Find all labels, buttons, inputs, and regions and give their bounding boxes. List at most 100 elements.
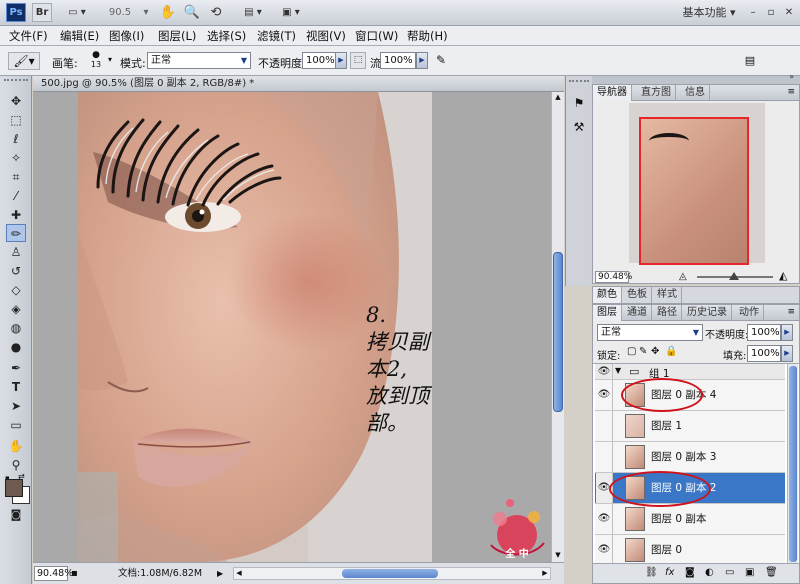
hand-tool-icon[interactable]: ✋ [6, 437, 26, 455]
menu-filter[interactable]: 滤镜(T) [254, 28, 299, 44]
lasso-tool-icon[interactable]: ℓ [6, 130, 26, 148]
history-brush-tool-icon[interactable]: ↺ [6, 262, 26, 280]
horizontal-scroll-thumb[interactable] [342, 569, 438, 578]
canvas-image[interactable]: 8. 拷贝副本2, 放到顶部。 [78, 92, 432, 562]
layer-visibility-eye-icon[interactable]: 👁 [596, 504, 613, 534]
rotate-view-icon[interactable]: ⟲ [206, 3, 226, 22]
zoom-menu-icon[interactable]: ▪ [71, 567, 78, 580]
bridge-button[interactable]: Br [32, 3, 52, 22]
move-tool-icon[interactable]: ✥ [6, 92, 26, 110]
tab-paths[interactable]: 路径 [653, 305, 682, 321]
tab-styles[interactable]: 样式 [653, 287, 682, 303]
workspace-switcher[interactable]: 基本功能 ▾ [678, 3, 740, 22]
status-menu-arrow-icon[interactable]: ▶ [217, 567, 223, 580]
menu-layer[interactable]: 图层(L) [155, 28, 199, 44]
vertical-scrollbar[interactable]: ▲ ▼ [551, 92, 564, 562]
tool-preset-picker[interactable]: 🖌▾ [8, 52, 40, 70]
view-box[interactable] [639, 117, 749, 265]
scroll-left-arrow-icon[interactable]: ◀ [234, 568, 244, 579]
layer-visibility-eye-icon[interactable]: 👁 [596, 535, 613, 565]
layers-scroll-thumb[interactable] [789, 366, 797, 562]
menu-select[interactable]: 选择(S) [204, 28, 249, 44]
quick-mask-icon[interactable]: ◙ [6, 506, 26, 524]
screen-mode-icon[interactable]: ▣ ▾ [276, 3, 306, 22]
view-extras-icon[interactable]: ▭ ▾ [60, 3, 94, 22]
layer-row-copy[interactable]: 👁 图层 0 副本 [595, 504, 785, 535]
foreground-color-swatch[interactable] [5, 479, 23, 497]
layer-opacity-field[interactable]: 100% [747, 324, 781, 341]
pressure-opacity-icon[interactable]: ⬚ [350, 52, 366, 69]
blend-mode-select[interactable]: 正常 ▼ [597, 324, 703, 341]
group-row[interactable]: 👁 ▼ ▭ 组 1 [595, 364, 785, 380]
marquee-tool-icon[interactable]: ⬚ [6, 111, 26, 129]
blur-tool-icon[interactable]: ◍ [6, 319, 26, 337]
brush-tool-icon[interactable]: ✏ [6, 224, 26, 242]
menu-image[interactable]: 图像(I) [106, 28, 147, 44]
new-group-icon[interactable]: ▭ [725, 567, 734, 578]
healing-brush-tool-icon[interactable]: ✚ [6, 206, 26, 224]
type-tool-icon[interactable]: T [6, 378, 26, 396]
brush-panel-toggle-icon[interactable]: ▤ [742, 52, 758, 69]
scroll-down-arrow-icon[interactable]: ▼ [553, 550, 563, 560]
history-panel-icon[interactable]: ⚑ [570, 94, 588, 112]
maximize-button[interactable]: ▫ [764, 3, 778, 22]
layer-visibility-empty[interactable] [596, 411, 613, 441]
shape-tool-icon[interactable]: ▭ [6, 416, 26, 434]
tab-navigator[interactable]: 导航器 [593, 85, 632, 101]
opacity-field[interactable]: 100% [302, 52, 336, 69]
zoom-level-field[interactable]: 90.5 [100, 3, 140, 22]
brush-dropdown-icon[interactable]: ▾ [108, 55, 112, 64]
magic-wand-tool-icon[interactable]: ✧ [6, 149, 26, 167]
zoom-tool-icon[interactable]: 🔍 [182, 3, 202, 22]
adjustment-layer-icon[interactable]: ◐ [705, 567, 714, 578]
mode-select[interactable]: 正常 ▼ [147, 52, 251, 69]
document-tab[interactable]: 500.jpg @ 90.5% (图层 0 副本 2, RGB/8#) * [33, 76, 564, 92]
tab-actions[interactable]: 动作 [735, 305, 764, 321]
minimize-button[interactable]: – [746, 3, 760, 22]
paint-bucket-tool-icon[interactable]: ◈ [6, 300, 26, 318]
layers-scrollbar[interactable] [787, 364, 798, 564]
clone-source-panel-icon[interactable]: ⚒ [570, 118, 588, 136]
zoom-dropdown-icon[interactable]: ▾ [140, 3, 152, 22]
toolbox-grip[interactable] [4, 79, 28, 85]
lock-image-icon[interactable]: ✎ [639, 346, 647, 357]
hand-tool-icon[interactable]: ✋ [158, 3, 178, 22]
navigator-menu-icon[interactable]: ≡ [787, 87, 795, 97]
tab-history[interactable]: 历史记录 [683, 305, 732, 321]
tab-info[interactable]: 信息 [681, 85, 710, 101]
flow-field[interactable]: 100% [380, 52, 416, 69]
vertical-scroll-thumb[interactable] [553, 252, 563, 412]
pen-tool-icon[interactable]: ✒ [6, 359, 26, 377]
brush-picker[interactable]: ● 13 [84, 50, 108, 72]
scroll-up-arrow-icon[interactable]: ▲ [553, 92, 563, 102]
menu-file[interactable]: 文件(F) [6, 28, 51, 44]
crop-tool-icon[interactable]: ⌗ [6, 168, 26, 186]
path-selection-tool-icon[interactable]: ➤ [6, 397, 26, 415]
navigator-slider-thumb[interactable] [729, 272, 739, 280]
collapse-panels-icon[interactable]: » [789, 72, 794, 81]
layer-row-layer-1[interactable]: 图层 1 [595, 411, 785, 442]
layer-mask-icon[interactable]: ◙ [685, 567, 695, 578]
zoom-in-icon[interactable]: ◭ [779, 270, 787, 282]
zoom-field[interactable]: 90.48% [34, 566, 73, 581]
fill-field[interactable]: 100% [747, 345, 781, 362]
tab-color[interactable]: 颜色 [593, 287, 622, 303]
link-layers-icon[interactable]: ⛓ [645, 567, 658, 578]
delete-layer-icon[interactable]: 🗑 [765, 567, 778, 578]
fill-slider-button[interactable]: ▶ [781, 345, 793, 362]
opacity-slider-button[interactable]: ▶ [335, 52, 347, 69]
layer-row-copy-3[interactable]: 图层 0 副本 3 [595, 442, 785, 473]
tab-channels[interactable]: 通道 [623, 305, 652, 321]
navigator-thumbnail[interactable] [629, 103, 765, 265]
tab-histogram[interactable]: 直方图 [637, 85, 676, 101]
menu-edit[interactable]: 编辑(E) [57, 28, 102, 44]
scroll-right-arrow-icon[interactable]: ▶ [540, 568, 550, 579]
lock-position-icon[interactable]: ✥ [651, 346, 659, 357]
layer-visibility-empty[interactable] [596, 442, 613, 472]
new-layer-icon[interactable]: ▣ [745, 567, 754, 578]
horizontal-scrollbar[interactable]: ◀ ▶ [233, 567, 551, 580]
clone-stamp-tool-icon[interactable]: ♙ [6, 243, 26, 261]
layer-row-layer-0[interactable]: 👁 图层 0 [595, 535, 785, 566]
strip-grip[interactable] [569, 80, 589, 84]
eraser-tool-icon[interactable]: ◇ [6, 281, 26, 299]
